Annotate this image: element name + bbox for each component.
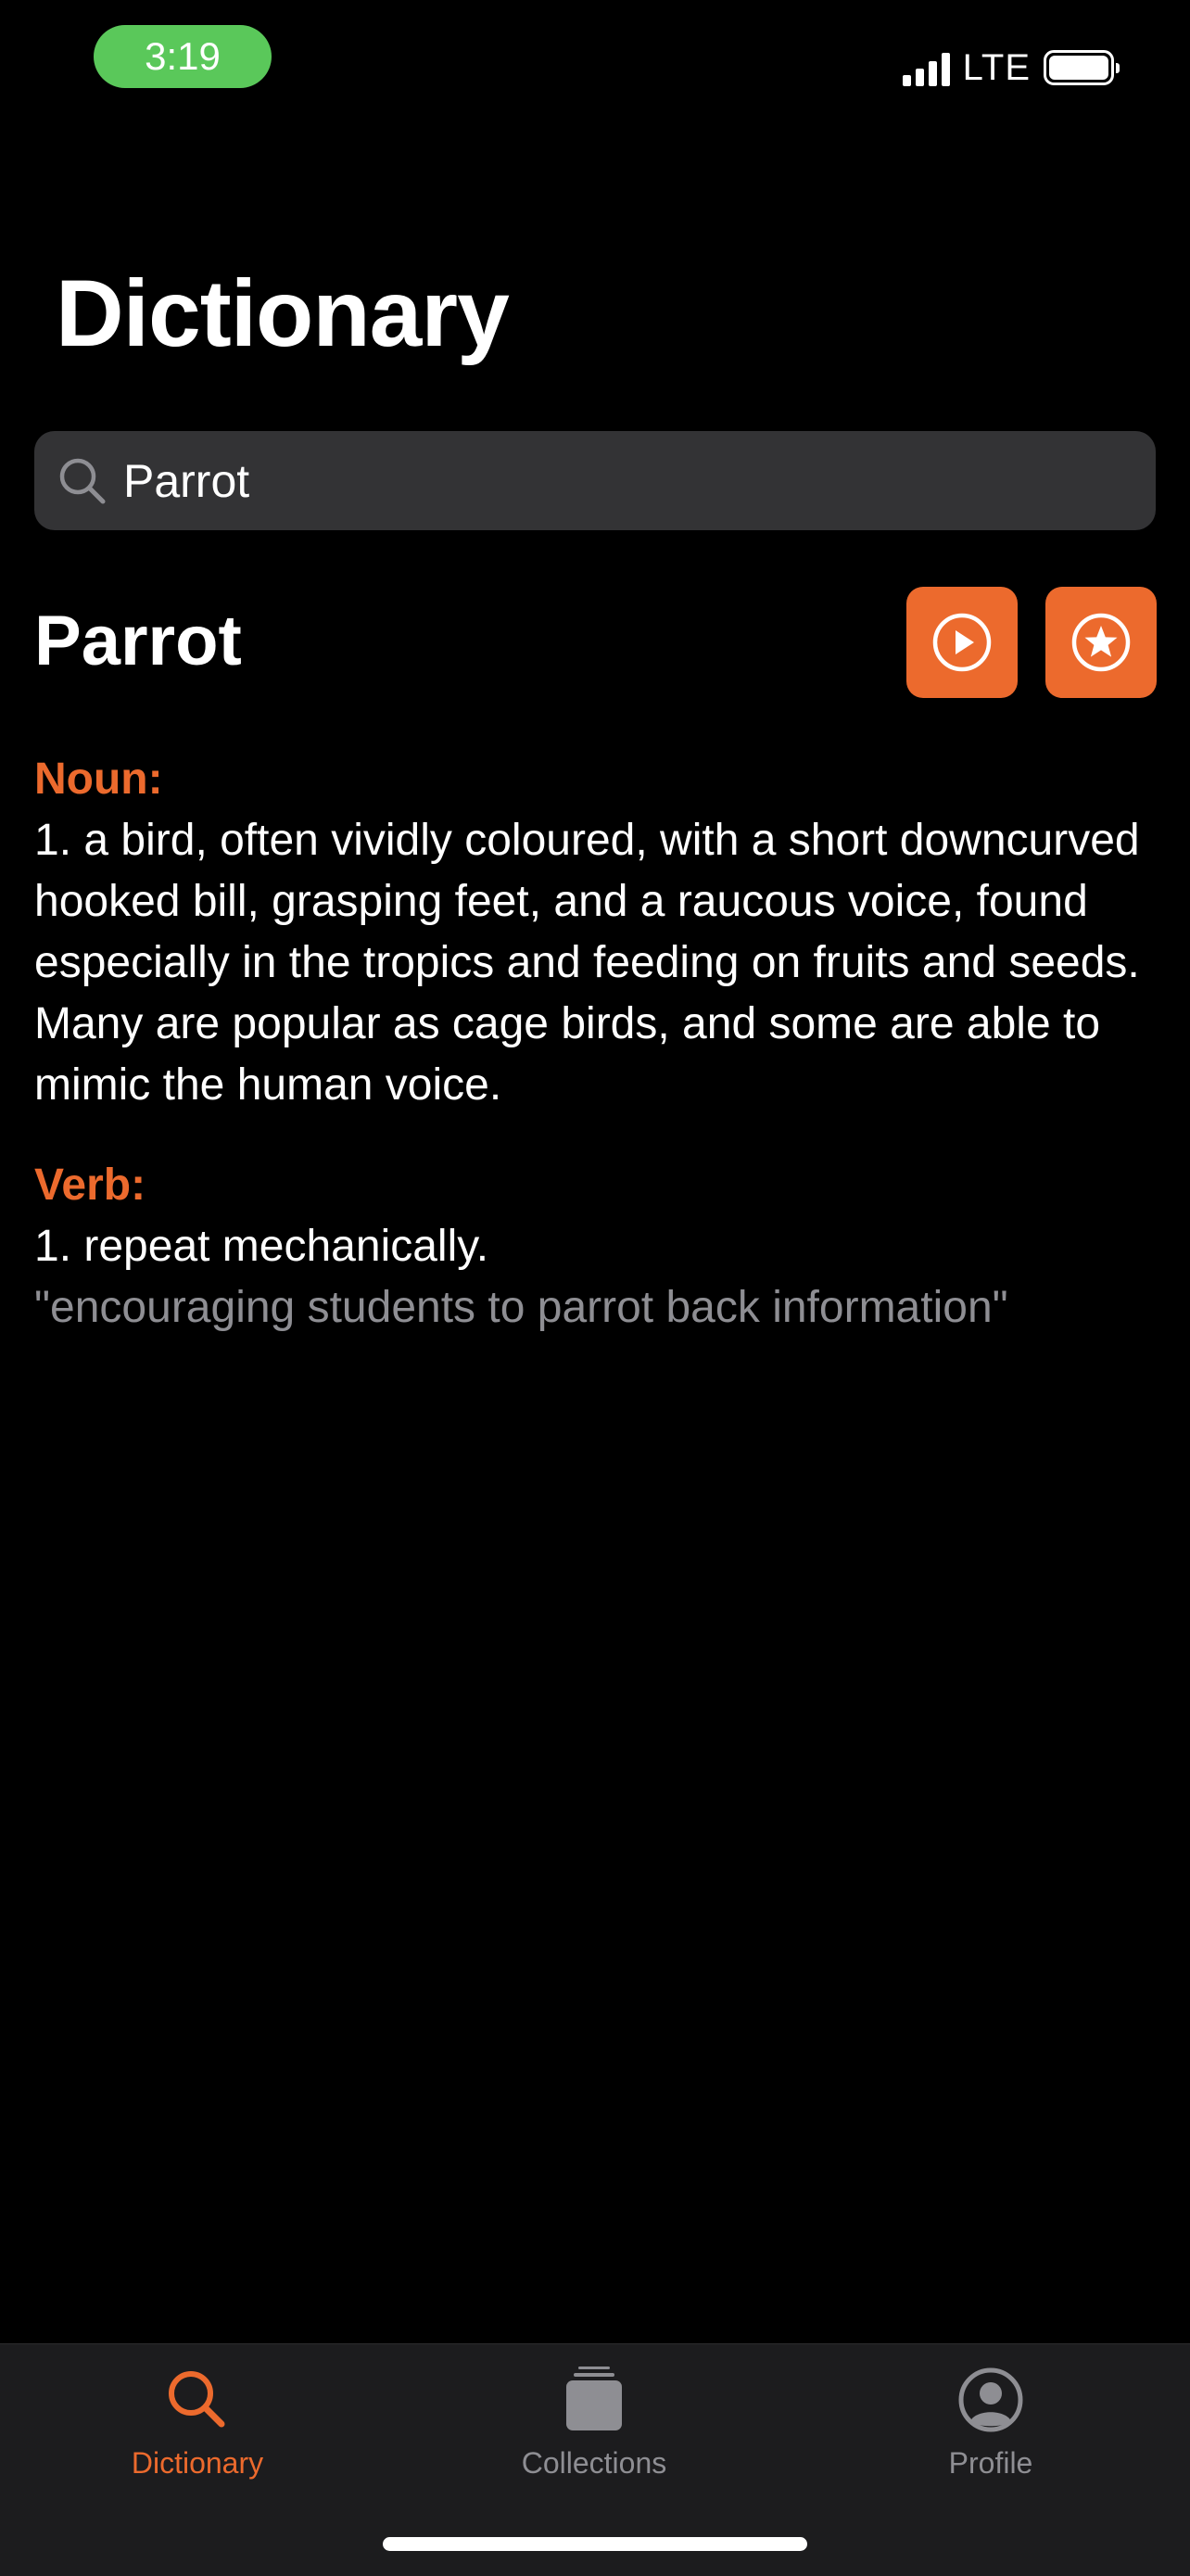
- search-input[interactable]: [123, 453, 1124, 508]
- person-circle-icon: [958, 2367, 1023, 2432]
- tab-collections[interactable]: Collections: [455, 2363, 733, 2481]
- search-bar[interactable]: [34, 431, 1156, 530]
- tab-profile[interactable]: Profile: [852, 2363, 1130, 2481]
- search-icon: [59, 458, 106, 503]
- collections-stack-icon: [566, 2367, 622, 2430]
- entry-word: Parrot: [34, 602, 242, 680]
- page-title: Dictionary: [56, 260, 510, 366]
- status-indicators: LTE: [902, 44, 1120, 91]
- battery-icon: [1044, 50, 1120, 85]
- search-icon: [169, 2371, 225, 2428]
- star-circle-icon: [1071, 613, 1131, 672]
- verb-definition: 1. repeat mechanically.: [34, 1222, 489, 1271]
- cellular-signal-icon: [902, 49, 950, 86]
- noun-definition: 1. a bird, often vividly coloured, with …: [34, 816, 1140, 1110]
- noun-label: Noun:: [34, 755, 163, 804]
- favorite-button[interactable]: [1045, 587, 1157, 698]
- status-time: 3:19: [94, 25, 272, 88]
- tab-label: Dictionary: [131, 2446, 264, 2480]
- verb-example: "encouraging students to parrot back inf…: [34, 1283, 1008, 1332]
- play-pronunciation-button[interactable]: [906, 587, 1018, 698]
- network-type: LTE: [962, 46, 1031, 88]
- definitions: Noun: 1. a bird, often vividly coloured,…: [34, 749, 1146, 1339]
- tab-dictionary[interactable]: Dictionary: [58, 2363, 336, 2481]
- home-indicator[interactable]: [383, 2537, 807, 2551]
- tab-label: Profile: [948, 2446, 1033, 2480]
- tab-label: Collections: [521, 2446, 667, 2480]
- verb-label: Verb:: [34, 1161, 146, 1210]
- play-circle-icon: [932, 613, 992, 672]
